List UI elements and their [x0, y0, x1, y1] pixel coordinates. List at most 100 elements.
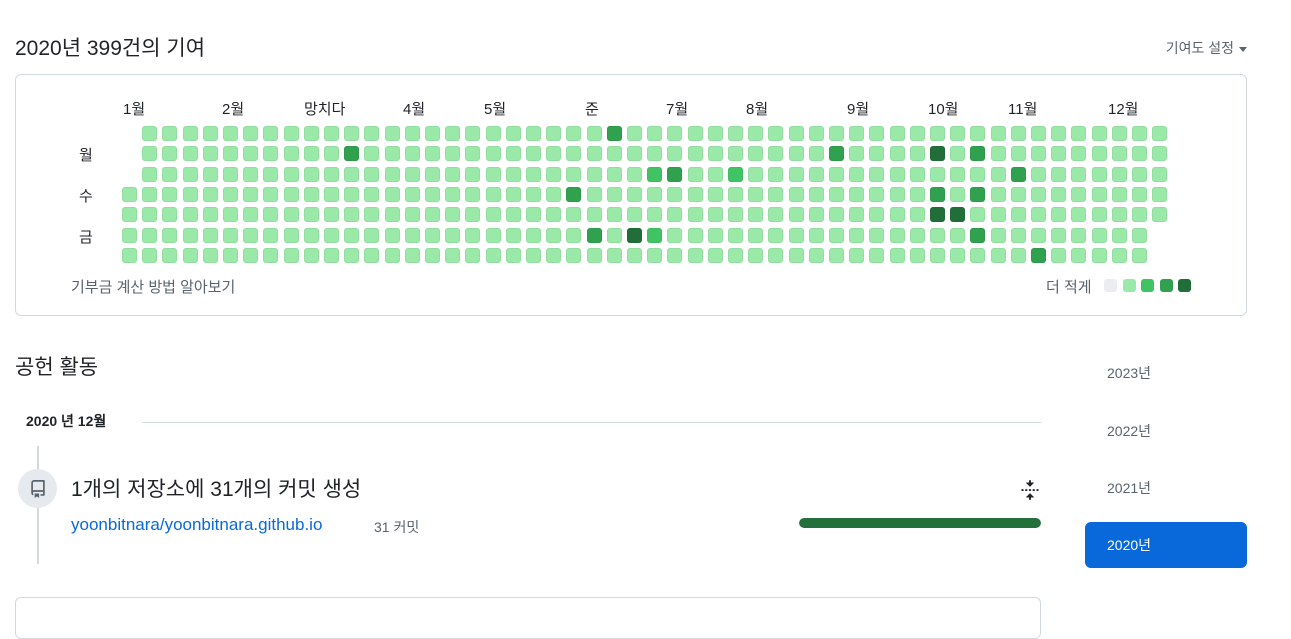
contribution-day-cell[interactable]	[465, 166, 481, 182]
contribution-day-cell[interactable]	[324, 146, 339, 162]
contribution-day-cell[interactable]	[707, 227, 723, 243]
contribution-day-cell[interactable]	[1132, 126, 1147, 141]
contribution-day-cell[interactable]	[546, 247, 562, 263]
contribution-day-cell[interactable]	[889, 247, 905, 263]
contribution-day-cell[interactable]	[667, 247, 683, 263]
contribution-day-cell[interactable]	[606, 247, 622, 263]
contribution-day-cell[interactable]	[445, 227, 461, 243]
contribution-day-cell[interactable]	[202, 166, 218, 182]
contribution-day-cell[interactable]	[324, 207, 339, 223]
contribution-day-cell[interactable]	[728, 146, 743, 162]
contribution-day-cell[interactable]	[808, 247, 824, 263]
contribution-day-cell[interactable]	[243, 146, 259, 162]
contribution-day-cell[interactable]	[1051, 186, 1067, 202]
contribution-day-cell[interactable]	[647, 207, 663, 223]
contribution-day-cell[interactable]	[445, 126, 461, 141]
contribution-day-cell[interactable]	[1010, 227, 1026, 243]
contribution-day-cell[interactable]	[142, 247, 158, 263]
contribution-day-cell[interactable]	[1091, 146, 1107, 162]
contribution-day-cell[interactable]	[829, 247, 844, 263]
contribution-day-cell[interactable]	[465, 207, 481, 223]
contribution-day-cell[interactable]	[808, 126, 824, 141]
contribution-day-cell[interactable]	[546, 166, 562, 182]
contribution-day-cell[interactable]	[202, 247, 218, 263]
contribution-day-cell[interactable]	[687, 126, 703, 141]
contribution-day-cell[interactable]	[445, 247, 461, 263]
contribution-day-cell[interactable]	[1091, 126, 1107, 141]
contribution-day-cell[interactable]	[485, 166, 501, 182]
contribution-day-cell[interactable]	[707, 186, 723, 202]
contribution-day-cell[interactable]	[1031, 146, 1046, 162]
contribution-day-cell[interactable]	[384, 207, 400, 223]
contribution-day-cell[interactable]	[162, 166, 178, 182]
contribution-day-cell[interactable]	[950, 247, 966, 263]
contribution-day-cell[interactable]	[404, 207, 420, 223]
contribution-day-cell[interactable]	[930, 207, 945, 223]
contribution-day-cell[interactable]	[202, 146, 218, 162]
contribution-day-cell[interactable]	[627, 146, 642, 162]
contribution-day-cell[interactable]	[1051, 146, 1067, 162]
contribution-day-cell[interactable]	[182, 207, 198, 223]
contribution-day-cell[interactable]	[667, 146, 683, 162]
contribution-day-cell[interactable]	[223, 186, 238, 202]
contribution-day-cell[interactable]	[283, 207, 299, 223]
contribution-day-cell[interactable]	[364, 247, 380, 263]
contribution-day-cell[interactable]	[889, 227, 905, 243]
contribution-day-cell[interactable]	[566, 146, 582, 162]
contribution-day-cell[interactable]	[606, 166, 622, 182]
contribution-day-cell[interactable]	[990, 146, 1006, 162]
contribution-day-cell[interactable]	[223, 247, 238, 263]
contribution-day-cell[interactable]	[465, 227, 481, 243]
contribution-day-cell[interactable]	[748, 247, 764, 263]
contribution-settings-dropdown[interactable]: 기여도 설정	[1166, 38, 1247, 58]
contribution-day-cell[interactable]	[1051, 166, 1067, 182]
contribution-day-cell[interactable]	[283, 126, 299, 141]
contribution-day-cell[interactable]	[142, 166, 158, 182]
contribution-day-cell[interactable]	[728, 247, 743, 263]
contribution-day-cell[interactable]	[526, 146, 541, 162]
contribution-day-cell[interactable]	[303, 186, 319, 202]
contribution-day-cell[interactable]	[283, 186, 299, 202]
contribution-day-cell[interactable]	[586, 146, 602, 162]
contribution-day-cell[interactable]	[162, 186, 178, 202]
contribution-day-cell[interactable]	[647, 227, 663, 243]
contribution-day-cell[interactable]	[344, 166, 360, 182]
contribution-day-cell[interactable]	[1010, 207, 1026, 223]
contribution-day-cell[interactable]	[1132, 207, 1147, 223]
contribution-day-cell[interactable]	[425, 247, 440, 263]
contribution-day-cell[interactable]	[849, 186, 865, 202]
contribution-day-cell[interactable]	[526, 247, 541, 263]
contribution-day-cell[interactable]	[930, 227, 945, 243]
contribution-day-cell[interactable]	[788, 247, 804, 263]
contribution-day-cell[interactable]	[1031, 247, 1046, 263]
contribution-day-cell[interactable]	[1152, 126, 1168, 141]
contribution-day-cell[interactable]	[182, 186, 198, 202]
contribution-day-cell[interactable]	[687, 207, 703, 223]
contribution-day-cell[interactable]	[202, 227, 218, 243]
contribution-day-cell[interactable]	[324, 227, 339, 243]
contribution-day-cell[interactable]	[1010, 166, 1026, 182]
contribution-day-cell[interactable]	[869, 166, 885, 182]
contribution-day-cell[interactable]	[889, 166, 905, 182]
contribution-day-cell[interactable]	[687, 186, 703, 202]
contribution-day-cell[interactable]	[728, 227, 743, 243]
contribution-day-cell[interactable]	[909, 146, 925, 162]
contribution-day-cell[interactable]	[707, 146, 723, 162]
contribution-day-cell[interactable]	[788, 227, 804, 243]
contribution-day-cell[interactable]	[485, 146, 501, 162]
contribution-day-cell[interactable]	[1091, 207, 1107, 223]
contribution-day-cell[interactable]	[950, 166, 966, 182]
contribution-day-cell[interactable]	[142, 186, 158, 202]
contribution-day-cell[interactable]	[364, 146, 380, 162]
contribution-day-cell[interactable]	[243, 207, 259, 223]
contribution-day-cell[interactable]	[869, 227, 885, 243]
contribution-day-cell[interactable]	[142, 227, 158, 243]
contribution-day-cell[interactable]	[283, 146, 299, 162]
contribution-day-cell[interactable]	[707, 207, 723, 223]
contribution-day-cell[interactable]	[808, 166, 824, 182]
contribution-day-cell[interactable]	[1152, 186, 1168, 202]
contribution-day-cell[interactable]	[384, 146, 400, 162]
contribution-day-cell[interactable]	[889, 146, 905, 162]
contribution-day-cell[interactable]	[768, 166, 784, 182]
contribution-day-cell[interactable]	[162, 126, 178, 141]
